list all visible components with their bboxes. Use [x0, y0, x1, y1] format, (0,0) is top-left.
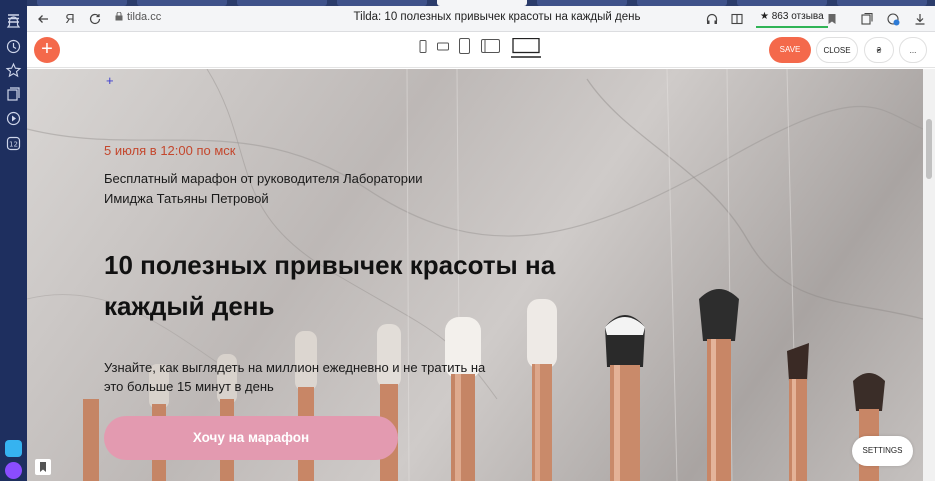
hero-description: Узнайте, как выглядеть на миллион ежедне… — [104, 360, 486, 394]
desktop-icon[interactable] — [511, 38, 541, 58]
hero-title: 10 полезных привычек красоты на каждый д… — [104, 250, 556, 321]
alice-icon[interactable] — [5, 462, 22, 479]
add-block-button[interactable]: + — [34, 37, 60, 63]
settings-button[interactable]: SETTINGS — [852, 436, 913, 466]
yandex-home-button[interactable]: Я — [62, 10, 78, 28]
tablet-icon[interactable] — [459, 38, 470, 54]
phone-landscape-icon[interactable] — [437, 42, 449, 51]
phone-small-icon[interactable] — [419, 40, 427, 53]
page-scrollbar[interactable] — [923, 69, 935, 481]
currency-button[interactable]: ₴ — [864, 37, 894, 63]
counter-icon[interactable]: 12 — [5, 135, 22, 152]
extensions-icon[interactable] — [885, 10, 901, 28]
messenger-icon[interactable] — [5, 440, 22, 457]
block-plus-marker[interactable]: + — [106, 73, 114, 88]
event-date: 5 июля в 12:00 по мск — [104, 143, 236, 158]
star-icon[interactable] — [5, 62, 22, 79]
marathon-signup-button[interactable]: Хочу на марафон — [104, 416, 398, 460]
more-button[interactable]: ... — [899, 37, 927, 63]
tablet-landscape-icon[interactable] — [481, 39, 500, 53]
clock-icon[interactable] — [5, 38, 22, 55]
save-button[interactable]: SAVE — [769, 37, 811, 63]
headphones-icon[interactable] — [704, 10, 720, 28]
close-button[interactable]: CLOSE — [816, 37, 858, 63]
svg-text:12: 12 — [9, 141, 18, 149]
hero-subtitle: Бесплатный марафон от руководителя Лабор… — [104, 171, 423, 206]
reviews-badge[interactable]: ★ 863 отзыва — [756, 10, 828, 28]
page-bookmark-icon[interactable] — [35, 459, 51, 475]
lock-icon — [115, 12, 123, 21]
scrollbar-thumb[interactable] — [926, 119, 932, 179]
page-title: Tilda: 10 полезных привычек красоты на к… — [353, 11, 641, 23]
download-icon[interactable] — [912, 10, 928, 28]
url-field[interactable]: tilda.cc — [115, 11, 161, 23]
bookmark-icon[interactable] — [824, 10, 840, 28]
collections-icon[interactable] — [5, 86, 22, 103]
address-bar: Я tilda.cc Tilda: 10 полезных привычек к… — [27, 6, 935, 32]
browser-sidebar: 12 — [0, 0, 27, 481]
bell-icon[interactable] — [5, 14, 22, 31]
url-text: tilda.cc — [127, 11, 162, 23]
play-icon[interactable] — [5, 110, 22, 127]
hero-block: + 5 июля в 12:00 по мск Бесплатный мараф… — [27, 69, 923, 481]
collections-button-icon[interactable] — [859, 10, 875, 28]
tilda-toolbar: + SAVE CLOSE ₴ ... — [27, 32, 935, 68]
back-icon[interactable] — [35, 10, 51, 28]
reload-icon[interactable] — [87, 10, 103, 28]
reader-icon[interactable] — [729, 10, 745, 28]
